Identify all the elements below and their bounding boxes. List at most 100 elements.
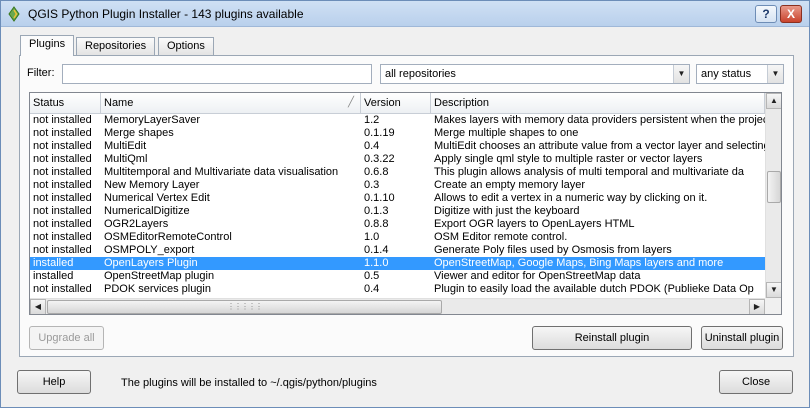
install-path-note: The plugins will be installed to ~/.qgis… xyxy=(121,377,377,389)
tab-plugins[interactable]: Plugins xyxy=(20,35,75,56)
title-bar[interactable]: QGIS Python Plugin Installer - 143 plugi… xyxy=(1,1,809,27)
row-description-cell: Apply single qml style to multiple raste… xyxy=(434,153,703,165)
tab-repositories[interactable]: Repositories xyxy=(76,37,156,55)
repository-select[interactable]: all repositories ▼ xyxy=(380,64,690,84)
vertical-scrollbar[interactable]: ▲ ▼ xyxy=(765,93,781,298)
table-row[interactable]: installed OpenStreetMap plugin 0.5 Viewer a… xyxy=(30,270,765,283)
filter-input[interactable] xyxy=(62,64,372,84)
row-version-cell: 1.2 xyxy=(364,114,380,126)
help-button[interactable]: Help xyxy=(17,370,91,394)
column-header-status[interactable]: Status xyxy=(30,93,101,114)
row-status-cell: not installed xyxy=(33,153,92,165)
row-name-cell: Numerical Vertex Edit xyxy=(104,192,210,204)
row-description-cell: Merge multiple shapes to one xyxy=(434,127,579,139)
window-title: QGIS Python Plugin Installer - 143 plugi… xyxy=(28,7,304,21)
row-version-cell: 0.4 xyxy=(364,283,380,295)
table-row[interactable]: not installed MultiQml 0.3.22 Apply single … xyxy=(30,153,765,166)
row-description-cell: Allows to edit a vertex in a numeric way… xyxy=(434,192,708,204)
row-description-cell: OpenStreetMap, Google Maps, Bing Maps la… xyxy=(434,257,724,269)
row-version-cell: 0.1.10 xyxy=(364,192,395,204)
plugin-installer-window: QGIS Python Plugin Installer - 143 plugi… xyxy=(0,0,810,408)
table-row[interactable]: not installed OSMPOLY_export 0.1.4 Generate… xyxy=(30,244,765,257)
row-description-cell: Create an empty memory layer xyxy=(434,179,585,191)
row-name-cell: NumericalDigitize xyxy=(104,205,190,217)
vertical-scroll-thumb[interactable] xyxy=(767,171,781,203)
row-status-cell: not installed xyxy=(33,283,92,295)
scroll-up-icon[interactable]: ▲ xyxy=(766,93,781,109)
row-description-cell: Export OGR layers to OpenLayers HTML xyxy=(434,218,635,230)
row-name-cell: New Memory Layer xyxy=(104,179,200,191)
title-help-button[interactable]: ? xyxy=(755,5,777,23)
row-name-cell: PDOK services plugin xyxy=(104,283,211,295)
column-header-name[interactable]: Name ╱ xyxy=(101,93,361,114)
row-name-cell: OpenLayers Plugin xyxy=(104,257,198,269)
chevron-down-icon[interactable]: ▼ xyxy=(767,65,783,83)
title-close-button[interactable]: X xyxy=(780,5,802,23)
row-version-cell: 0.8.8 xyxy=(364,218,389,230)
table-row[interactable]: not installed Multitemporal and Multivari… xyxy=(30,166,765,179)
close-button[interactable]: Close xyxy=(719,370,793,394)
status-select-value: any status xyxy=(701,68,752,80)
row-status-cell: not installed xyxy=(33,231,92,243)
table-header: Status Name ╱ Version Description xyxy=(30,93,765,114)
table-row[interactable]: not installed PDOK services plugin 0.4 Plug… xyxy=(30,283,765,296)
table-row[interactable]: not installed Merge shapes 0.1.19 Merge mul… xyxy=(30,127,765,140)
row-status-cell: not installed xyxy=(33,127,92,139)
row-status-cell: installed xyxy=(33,270,74,282)
row-version-cell: 0.3.22 xyxy=(364,153,395,165)
table-row[interactable]: installed OpenLayers Plugin 1.1.0 OpenStree… xyxy=(30,257,765,270)
row-version-cell: 0.1.19 xyxy=(364,127,395,139)
row-name-cell: OpenStreetMap plugin xyxy=(104,270,215,282)
scroll-right-icon[interactable]: ▶ xyxy=(749,299,765,314)
horizontal-scroll-thumb[interactable]: ⋮⋮⋮⋮⋮ xyxy=(47,300,442,314)
row-name-cell: MultiEdit xyxy=(104,140,147,152)
row-name-cell: OSMPOLY_export xyxy=(104,244,195,256)
table-row[interactable]: not installed MultiEdit 0.4 MultiEdit choos… xyxy=(30,140,765,153)
qgis-logo-icon xyxy=(8,6,20,22)
upgrade-all-button[interactable]: Upgrade all xyxy=(29,326,104,350)
row-name-cell: OSMEditorRemoteControl xyxy=(104,231,232,243)
column-header-description[interactable]: Description xyxy=(431,93,765,114)
row-status-cell: not installed xyxy=(33,114,92,126)
row-name-cell: MultiQml xyxy=(104,153,148,165)
row-version-cell: 0.6.8 xyxy=(364,166,389,178)
table-row[interactable]: not installed OGR2Layers 0.8.8 Export OGR l… xyxy=(30,218,765,231)
row-status-cell: not installed xyxy=(33,179,92,191)
row-version-cell: 0.4 xyxy=(364,140,380,152)
row-description-cell: This plugin allows analysis of multi tem… xyxy=(434,166,744,178)
table-body: not installed MemoryLayerSaver 1.2 Makes la… xyxy=(30,114,765,297)
row-description-cell: Generate Poly files used by Osmosis from… xyxy=(434,244,672,256)
row-description-cell: Plugin to easily load the available dutc… xyxy=(434,283,754,295)
tab-options[interactable]: Options xyxy=(158,37,214,55)
row-description-cell: Digitize with just the keyboard xyxy=(434,205,580,217)
row-description-cell: MultiEdit chooses an attribute value fro… xyxy=(434,140,765,152)
scroll-left-icon[interactable]: ◀ xyxy=(30,299,46,314)
table-row[interactable]: not installed MemoryLayerSaver 1.2 Makes la… xyxy=(30,114,765,127)
row-name-cell: Multitemporal and Multivariate data visu… xyxy=(104,166,339,178)
row-status-cell: not installed xyxy=(33,166,92,178)
row-version-cell: 0.3 xyxy=(364,179,380,191)
row-name-cell: OGR2Layers xyxy=(104,218,169,230)
filter-label: Filter: xyxy=(27,67,55,79)
row-name-cell: Merge shapes xyxy=(104,127,174,139)
row-status-cell: not installed xyxy=(33,218,92,230)
horizontal-scrollbar[interactable]: ◀ ⋮⋮⋮⋮⋮ ▶ xyxy=(30,298,765,314)
row-version-cell: 1.0 xyxy=(364,231,380,243)
row-version-cell: 1.1.0 xyxy=(364,257,389,269)
status-select[interactable]: any status ▼ xyxy=(696,64,784,84)
scroll-down-icon[interactable]: ▼ xyxy=(766,282,781,298)
table-row[interactable]: not installed OSMEditorRemoteControl 1.0 OS… xyxy=(30,231,765,244)
row-version-cell: 0.5 xyxy=(364,270,380,282)
chevron-down-icon[interactable]: ▼ xyxy=(673,65,689,83)
row-status-cell: not installed xyxy=(33,192,92,204)
row-status-cell: not installed xyxy=(33,244,92,256)
reinstall-plugin-button[interactable]: Reinstall plugin xyxy=(532,326,692,350)
row-version-cell: 0.1.3 xyxy=(364,205,389,217)
column-header-version[interactable]: Version xyxy=(361,93,431,114)
repository-select-value: all repositories xyxy=(385,68,456,80)
table-row[interactable]: not installed NumericalDigitize 0.1.3 Digit… xyxy=(30,205,765,218)
table-row[interactable]: not installed Numerical Vertex Edit 0.1.10… xyxy=(30,192,765,205)
uninstall-plugin-button[interactable]: Uninstall plugin xyxy=(701,326,783,350)
table-row[interactable]: not installed New Memory Layer 0.3 Create a… xyxy=(30,179,765,192)
scrollbar-corner xyxy=(765,298,781,314)
